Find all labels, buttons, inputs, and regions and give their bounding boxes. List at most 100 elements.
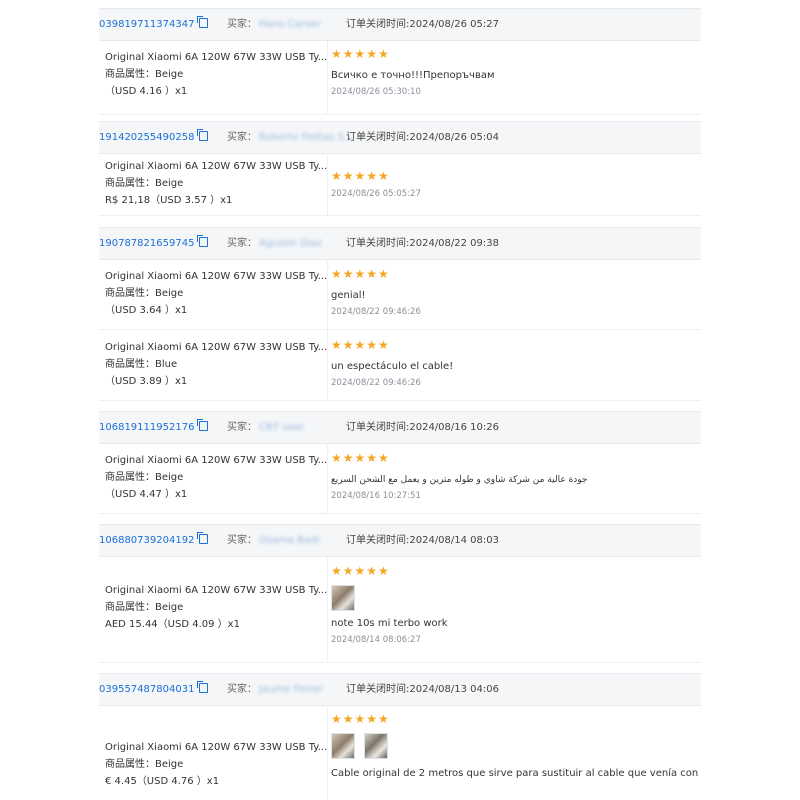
review-text: Cable original de 2 metros que sirve par… — [331, 768, 701, 779]
review: ★★★★★ genial! 2024/08/22 09:46:26 — [331, 267, 421, 317]
buyer-name[interactable]: CBT user — [259, 412, 304, 443]
buyer-label: 买家： — [227, 238, 257, 249]
column-divider — [327, 556, 328, 662]
product-attribute: 商品属性：Beige — [105, 602, 184, 613]
review: ★★★★★ un espectáculo el cable! 2024/08/2… — [331, 338, 453, 388]
product-title[interactable]: Original Xiaomi 6A 120W 67W 33W USB Ty..… — [105, 339, 327, 356]
order-header: 106880739204192 买家： Osama Badr 订单关闭时间:202… — [99, 524, 701, 557]
buyer: 买家： Osama Badr — [227, 525, 321, 556]
order-id-link[interactable]: 039557487804031 — [99, 674, 209, 705]
buyer-label: 买家： — [227, 684, 257, 695]
buyer-label: 买家： — [227, 19, 257, 30]
copy-icon[interactable] — [197, 681, 209, 693]
order-id-link[interactable]: 106819111952176 — [99, 412, 209, 443]
product-price: （USD 3.64 ）x1 — [105, 305, 188, 316]
copy-icon[interactable] — [197, 129, 209, 141]
product-info: Original Xiaomi 6A 120W 67W 33W USB Ty..… — [105, 268, 327, 319]
review-time: 2024/08/26 05:30:10 — [331, 87, 421, 97]
review: ★★★★★ Cable original de 2 metros que sir… — [331, 712, 701, 781]
buyer-label: 买家： — [227, 535, 257, 546]
buyer-name[interactable]: Roberto Freitas S... — [259, 122, 354, 153]
product-price: € 4.45（USD 4.76 ）x1 — [105, 776, 220, 787]
order-id-link[interactable]: 039819711374347 — [99, 9, 209, 40]
order-item-row: Original Xiaomi 6A 120W 67W 33W USB Ty..… — [99, 153, 701, 216]
order-close-time: 订单关闭时间:2024/08/26 05:27 — [346, 19, 500, 30]
order-header: 106819111952176 买家： CBT user 订单关闭时间:2024/… — [99, 411, 701, 444]
order-item-row: Original Xiaomi 6A 120W 67W 33W USB Ty..… — [99, 443, 701, 514]
product-attribute: 商品属性：Beige — [105, 288, 184, 299]
product-price: （USD 4.16 ）x1 — [105, 86, 188, 97]
order-item-row: Original Xiaomi 6A 120W 67W 33W USB Ty..… — [99, 40, 701, 115]
copy-icon[interactable] — [197, 235, 209, 247]
review-time: 2024/08/22 09:46:26 — [331, 307, 421, 317]
buyer-name[interactable]: Jaume Ferrer — [259, 674, 323, 705]
review-photo-thumbnail[interactable] — [331, 733, 355, 759]
column-divider — [327, 705, 328, 800]
order-id-link[interactable]: 106880739204192 — [99, 525, 209, 556]
star-rating: ★★★★★ — [331, 712, 390, 726]
buyer-name[interactable]: Osama Badr — [259, 525, 321, 556]
order-item-row: Original Xiaomi 6A 120W 67W 33W USB Ty..… — [99, 259, 701, 330]
product-price: （USD 3.89 ）x1 — [105, 376, 188, 387]
buyer-name[interactable]: Hans Carver — [259, 9, 321, 40]
product-info: Original Xiaomi 6A 120W 67W 33W USB Ty..… — [105, 739, 327, 790]
product-info: Original Xiaomi 6A 120W 67W 33W USB Ty..… — [105, 582, 327, 633]
buyer: 买家： CBT user — [227, 412, 304, 443]
product-info: Original Xiaomi 6A 120W 67W 33W USB Ty..… — [105, 158, 327, 209]
product-title[interactable]: Original Xiaomi 6A 120W 67W 33W USB Ty..… — [105, 158, 327, 175]
order-header: 039557487804031 买家： Jaume Ferrer 订单关闭时间:2… — [99, 673, 701, 706]
buyer: 买家： Hans Carver — [227, 9, 321, 40]
copy-icon[interactable] — [197, 16, 209, 28]
product-price: （USD 4.47 ）x1 — [105, 489, 188, 500]
copy-icon[interactable] — [197, 419, 209, 431]
order-close-time: 订单关闭时间:2024/08/14 08:03 — [346, 535, 500, 546]
review-text: جودة عالية من شركة شاوي و طوله مترين و ي… — [331, 475, 588, 485]
order-close-time: 订单关闭时间:2024/08/22 09:38 — [346, 238, 500, 249]
buyer: 买家： Agustin Diaz — [227, 228, 322, 259]
review-photo-thumbnail[interactable] — [331, 585, 355, 611]
product-title[interactable]: Original Xiaomi 6A 120W 67W 33W USB Ty..… — [105, 268, 327, 285]
star-rating: ★★★★★ — [331, 451, 390, 465]
buyer: 买家： Jaume Ferrer — [227, 674, 323, 705]
review-photos — [331, 585, 448, 611]
buyer-name[interactable]: Agustin Diaz — [259, 228, 322, 259]
review-time: 2024/08/22 09:46:26 — [331, 378, 421, 388]
review-text: un espectáculo el cable! — [331, 361, 454, 372]
order-header: 039819711374347 买家： Hans Carver 订单关闭时间:20… — [99, 8, 701, 41]
order-item-row: Original Xiaomi 6A 120W 67W 33W USB Ty..… — [99, 330, 701, 401]
product-title[interactable]: Original Xiaomi 6A 120W 67W 33W USB Ty..… — [105, 739, 327, 756]
product-title[interactable]: Original Xiaomi 6A 120W 67W 33W USB Ty..… — [105, 452, 327, 469]
column-divider — [327, 153, 328, 215]
product-price: R$ 21,18（USD 3.57 ）x1 — [105, 195, 233, 206]
review-time: 2024/08/26 05:05:27 — [331, 189, 421, 199]
product-attribute: 商品属性：Beige — [105, 178, 184, 189]
product-attribute: 商品属性：Beige — [105, 69, 184, 80]
product-attribute: 商品属性：Blue — [105, 359, 178, 370]
review-photos — [331, 733, 701, 759]
order-id-link[interactable]: 190787821659745 — [99, 228, 209, 259]
product-info: Original Xiaomi 6A 120W 67W 33W USB Ty..… — [105, 49, 327, 100]
column-divider — [327, 40, 328, 114]
copy-icon[interactable] — [197, 532, 209, 544]
order-header: 191420255490258 买家： Roberto Freitas S... … — [99, 121, 701, 154]
order-close-time: 订单关闭时间:2024/08/13 04:06 — [346, 684, 500, 695]
buyer-label: 买家： — [227, 422, 257, 433]
star-rating: ★★★★★ — [331, 267, 390, 281]
product-title[interactable]: Original Xiaomi 6A 120W 67W 33W USB Ty..… — [105, 49, 327, 66]
column-divider — [327, 330, 328, 400]
product-title[interactable]: Original Xiaomi 6A 120W 67W 33W USB Ty..… — [105, 582, 327, 599]
column-divider — [327, 259, 328, 329]
review-text: note 10s mi terbo work — [331, 618, 448, 629]
review-photo-thumbnail[interactable] — [364, 733, 388, 759]
star-rating: ★★★★★ — [331, 564, 390, 578]
order-id-link[interactable]: 191420255490258 — [99, 122, 209, 153]
product-price: AED 15.44（USD 4.09 ）x1 — [105, 619, 240, 630]
product-attribute: 商品属性：Beige — [105, 472, 184, 483]
order-item-row: Original Xiaomi 6A 120W 67W 33W USB Ty..… — [99, 705, 701, 800]
review-time: 2024/08/14 08:06:27 — [331, 635, 421, 645]
star-rating: ★★★★★ — [331, 338, 390, 352]
buyer: 买家： Roberto Freitas S... — [227, 122, 354, 153]
review-text: genial! — [331, 290, 366, 301]
review: ★★★★★ 2024/08/26 05:05:27 — [331, 169, 421, 199]
star-rating: ★★★★★ — [331, 47, 390, 61]
